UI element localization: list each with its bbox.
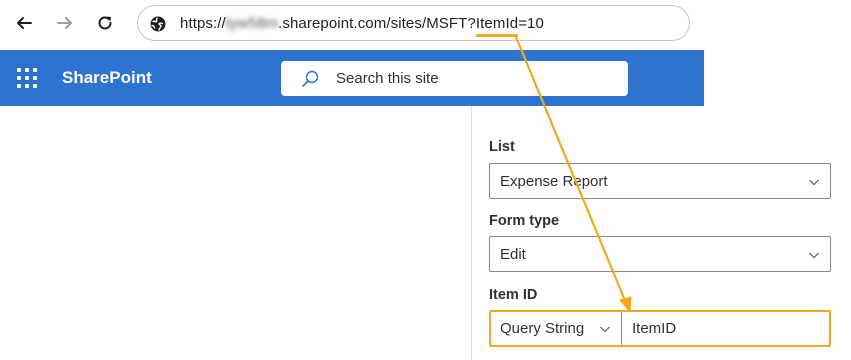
address-bar[interactable]: https://tyw58m.sharepoint.com/sites/MSFT… xyxy=(137,5,690,41)
url-prefix: https:// xyxy=(180,15,226,32)
url-domain: .sharepoint.com/sites/MSFT? xyxy=(278,15,476,32)
form-type-dropdown[interactable]: Edit xyxy=(489,236,831,272)
forward-button[interactable] xyxy=(50,8,80,38)
item-id-input[interactable] xyxy=(622,312,829,345)
form-type-dropdown-value: Edit xyxy=(500,246,526,263)
app-launcher-icon[interactable] xyxy=(16,67,38,89)
chevron-down-icon xyxy=(809,179,819,186)
list-label: List xyxy=(489,139,515,155)
form-properties-panel: List Expense Report Form type Edit Item … xyxy=(471,106,851,360)
item-id-source-dropdown[interactable]: Query String xyxy=(491,312,622,345)
item-id-label: Item ID xyxy=(489,287,538,303)
chevron-down-icon xyxy=(600,326,610,333)
sharepoint-suite-bar: SharePoint Search this site xyxy=(0,50,704,106)
item-id-input-wrapper xyxy=(622,312,829,345)
back-arrow-icon xyxy=(17,17,32,29)
item-id-field: Query String xyxy=(489,310,831,347)
site-search-box[interactable]: Search this site xyxy=(281,61,628,96)
url-param-value: =10 xyxy=(518,15,544,32)
reload-button[interactable] xyxy=(90,8,120,38)
forward-arrow-icon xyxy=(57,17,72,29)
url-text: https://tyw58m.sharepoint.com/sites/MSFT… xyxy=(180,15,544,37)
list-dropdown[interactable]: Expense Report xyxy=(489,163,831,199)
globe-icon xyxy=(150,16,166,32)
list-dropdown-value: Expense Report xyxy=(500,173,608,190)
sharepoint-brand[interactable]: SharePoint xyxy=(62,68,152,88)
back-button[interactable] xyxy=(9,8,39,38)
search-icon xyxy=(302,70,319,87)
reload-icon xyxy=(98,16,112,30)
form-type-label: Form type xyxy=(489,213,560,229)
site-info-button[interactable] xyxy=(148,14,168,34)
url-blurred-tenant: tyw58m xyxy=(225,15,279,32)
browser-toolbar: https://tyw58m.sharepoint.com/sites/MSFT… xyxy=(0,0,851,46)
item-id-source-value: Query String xyxy=(500,320,585,337)
search-placeholder: Search this site xyxy=(336,70,439,87)
url-param-name: ItemId xyxy=(475,15,519,37)
chevron-down-icon xyxy=(809,252,819,259)
